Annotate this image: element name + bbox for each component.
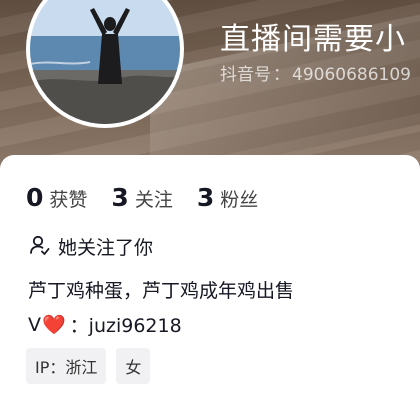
avatar-beach-photo [30, 0, 180, 124]
follow-status-row: 她关注了你 [28, 233, 153, 260]
stat-following[interactable]: 3 关注 [111, 183, 172, 212]
stat-followers-label: 粉丝 [220, 189, 259, 211]
heart-icon: ❤️ [42, 314, 66, 336]
profile-nickname: 直播间需要小 [220, 22, 406, 57]
stat-likes-label: 获赞 [49, 189, 88, 211]
stat-following-value: 3 [111, 183, 129, 212]
stat-likes-value: 0 [26, 183, 44, 212]
person-follow-icon [28, 234, 50, 260]
stat-following-label: 关注 [134, 189, 173, 211]
tag-gender: 女 [116, 348, 151, 384]
bio-line-2: V ❤️ ：juzi96218 [28, 311, 182, 338]
douyin-id-label: 抖音号 [220, 65, 271, 85]
douyin-id-separator: ： [273, 65, 290, 85]
bio-line-1: 芦丁鸡种蛋，芦丁鸡成年鸡出售 [28, 280, 295, 302]
profile-info-card: 0 获赞 3 关注 3 粉丝 她关注了你 芦丁鸡种蛋，芦丁鸡成年鸡出售 V ❤️… [0, 155, 420, 420]
stat-likes[interactable]: 0 获赞 [26, 183, 87, 212]
tag-ip-location: IP：浙江 [26, 348, 107, 384]
stat-followers-value: 3 [196, 183, 215, 212]
bio-contact-value: ：juzi96218 [69, 315, 182, 337]
profile-tags: IP：浙江 女 [26, 348, 151, 384]
douyin-id-value: 49060686109 [292, 65, 411, 85]
douyin-id-row[interactable]: 抖音号： 49060686109 [220, 60, 411, 85]
follow-status-text: 她关注了你 [58, 237, 154, 259]
stats-row: 0 获赞 3 关注 3 粉丝 [26, 183, 258, 212]
stat-followers[interactable]: 3 粉丝 [197, 183, 258, 212]
bio-contact-prefix: V [28, 313, 41, 336]
